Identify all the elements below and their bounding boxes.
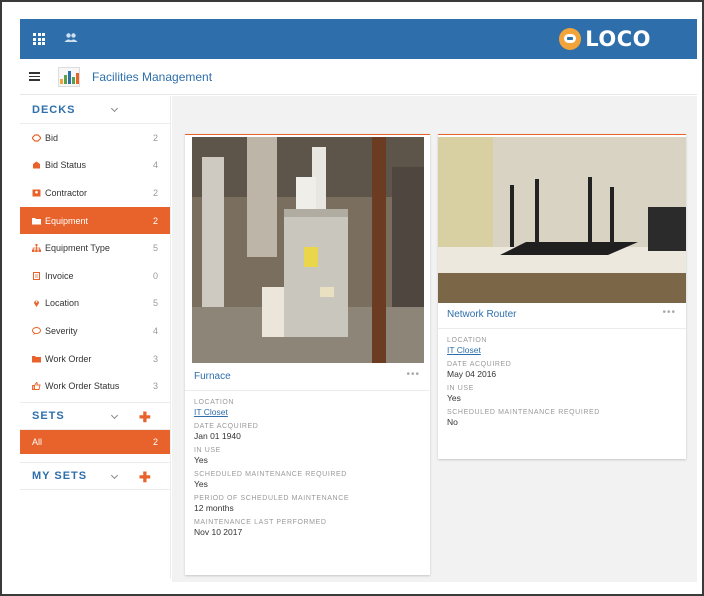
field-label: IN USE (447, 385, 474, 392)
sidebar-item-location[interactable]: Location 5 (20, 290, 170, 318)
app-thumbnail-icon (58, 66, 80, 87)
card-title-row: Furnace ••• (185, 363, 430, 391)
card-fields: LOCATION IT Closet DATE ACQUIRED May 04 201… (447, 331, 677, 427)
brand-name: LOCO (585, 27, 651, 51)
field-label: SCHEDULED MAINTENANCE REQUIRED (194, 471, 347, 478)
app-title[interactable]: Facilities Management (92, 70, 212, 84)
location-link[interactable]: IT Closet (447, 345, 677, 355)
sidebar-item-label: Severity (45, 325, 78, 336)
my-sets-section-header[interactable]: MY SETS ✚ (20, 461, 170, 490)
field-label: LOCATION (194, 399, 235, 406)
my-sets-title: MY SETS (32, 469, 88, 482)
status-icon (32, 161, 41, 169)
chevron-down-icon[interactable] (110, 471, 119, 479)
sidebar-item-count: 0 (152, 270, 158, 281)
contractor-icon (32, 189, 41, 197)
field-value: Yes (194, 455, 208, 465)
field-label: PERIOD OF SCHEDULED MAINTENANCE (194, 495, 350, 502)
sidebar-item-count: 2 (152, 132, 158, 143)
sidebar-item-count: 2 (152, 215, 158, 226)
field-value: 12 months (194, 503, 234, 513)
sets-section-header[interactable]: SETS ✚ (20, 401, 170, 430)
speech-bubble-icon (32, 326, 41, 335)
sidebar-item-count: 3 (152, 381, 158, 392)
field-label: MAINTENANCE LAST PERFORMED (194, 519, 327, 526)
sidebar-item-label: Bid Status (45, 160, 87, 171)
handshake-icon (32, 134, 41, 142)
sidebar-item-count: 4 (152, 325, 158, 336)
card-title[interactable]: Furnace (194, 371, 231, 382)
thumbs-up-icon (32, 382, 41, 391)
sidebar-item-contractor[interactable]: Contractor 2 (20, 179, 170, 207)
card-fields: LOCATION IT Closet DATE ACQUIRED Jan 01 194… (194, 393, 421, 537)
field-label: IN USE (194, 447, 221, 454)
chevron-down-icon[interactable] (110, 411, 119, 419)
more-options-icon[interactable]: ••• (406, 369, 420, 380)
router-photo (438, 137, 686, 303)
sidebar-item-count: 3 (152, 353, 158, 364)
card-title-row: Network Router ••• (438, 301, 686, 329)
sidebar-item-invoice[interactable]: Invoice 0 (20, 262, 170, 290)
chevron-down-icon[interactable] (110, 104, 119, 113)
hamburger-menu-icon[interactable] (29, 72, 40, 81)
map-pin-icon (32, 299, 41, 308)
add-set-icon[interactable]: ✚ (139, 409, 151, 426)
sidebar-item-count: 2 (152, 187, 158, 198)
sidebar-item-severity[interactable]: Severity 4 (20, 317, 170, 345)
app-header: Facilities Management (20, 59, 697, 95)
set-label: All (32, 436, 43, 447)
top-bar: LOCO (20, 19, 697, 59)
field-value: Yes (447, 393, 461, 403)
deck-list: Bid 2 Bid Status 4 Contractor 2 Equipment 2 Equi… (20, 124, 170, 400)
card-title[interactable]: Network Router (447, 309, 516, 320)
invoice-icon (32, 271, 41, 280)
field-label: DATE ACQUIRED (194, 423, 259, 430)
field-value: Jan 01 1940 (194, 431, 241, 441)
card-area: Furnace ••• LOCATION IT Closet DATE ACQUIR… (172, 96, 697, 582)
folder-icon (32, 217, 41, 225)
sidebar-item-work-order[interactable]: Work Order 3 (20, 345, 170, 373)
robot-logo-icon (559, 28, 582, 50)
sidebar-item-bid[interactable]: Bid 2 (20, 124, 170, 152)
brand-logo[interactable]: LOCO (559, 27, 651, 51)
set-item-all[interactable]: All 2 (20, 429, 170, 454)
folder-icon (32, 355, 41, 363)
apps-grid-icon[interactable] (33, 33, 45, 45)
sets-title: SETS (32, 409, 65, 422)
sidebar-item-label: Bid (45, 132, 59, 143)
sidebar-item-equipment[interactable]: Equipment 2 (20, 206, 170, 235)
people-icon[interactable] (64, 31, 78, 49)
decks-section-header[interactable]: DECKS (20, 96, 170, 124)
hierarchy-icon (32, 244, 41, 253)
add-my-set-icon[interactable]: ✚ (139, 469, 151, 486)
sidebar-item-count: 4 (152, 160, 158, 171)
furnace-photo (192, 137, 424, 363)
decks-title: DECKS (32, 103, 76, 116)
more-options-icon[interactable]: ••• (662, 307, 676, 318)
sidebar-item-label: Invoice (45, 270, 74, 281)
sidebar-item-label: Location (45, 298, 80, 309)
sidebar-item-label: Equipment Type (45, 243, 110, 254)
field-value: Yes (194, 479, 208, 489)
field-value: May 04 2016 (447, 369, 497, 379)
sidebar-item-label: Work Order (45, 353, 92, 364)
sidebar-item-work-order-status[interactable]: Work Order Status 3 (20, 372, 170, 400)
sidebar-item-count: 5 (152, 243, 158, 254)
field-value: No (447, 417, 458, 427)
sidebar-item-label: Contractor (45, 187, 88, 198)
sidebar-item-equipment-type[interactable]: Equipment Type 5 (20, 234, 170, 262)
location-link[interactable]: IT Closet (194, 407, 421, 417)
sidebar-item-label: Work Order Status (45, 381, 120, 392)
sidebar-item-label: Equipment (45, 215, 89, 226)
sidebar-item-count: 5 (152, 298, 158, 309)
sidebar-item-bid-status[interactable]: Bid Status 4 (20, 152, 170, 180)
set-count: 2 (152, 436, 158, 447)
sidebar: DECKS Bid 2 Bid Status 4 Contractor 2 Equipmen… (20, 96, 171, 578)
field-value: Nov 10 2017 (194, 527, 243, 537)
field-label: SCHEDULED MAINTENANCE REQUIRED (447, 409, 600, 416)
card-furnace[interactable]: Furnace ••• LOCATION IT Closet DATE ACQUIR… (185, 134, 430, 575)
card-network-router[interactable]: Network Router ••• LOCATION IT Closet DATE… (438, 134, 686, 459)
field-label: DATE ACQUIRED (447, 361, 512, 368)
field-label: LOCATION (447, 337, 488, 344)
